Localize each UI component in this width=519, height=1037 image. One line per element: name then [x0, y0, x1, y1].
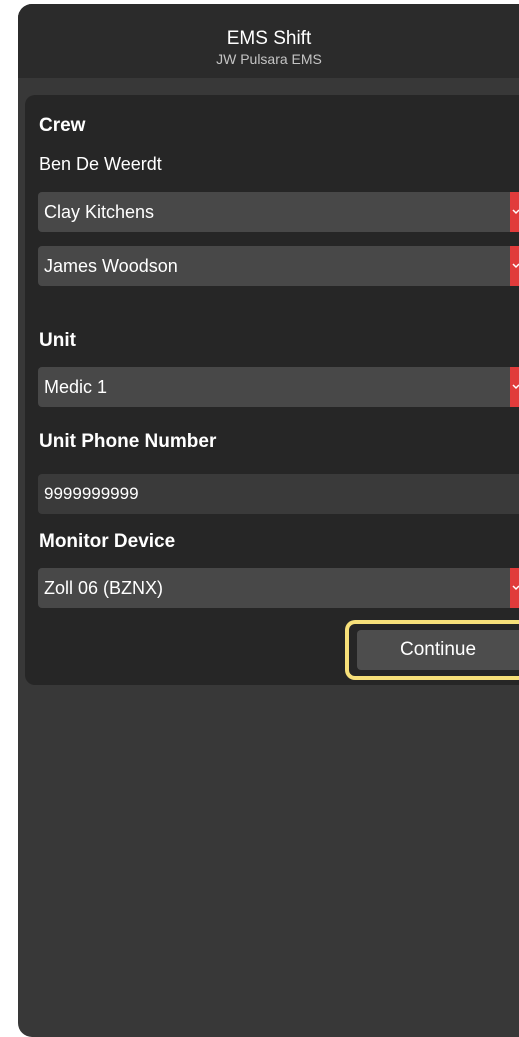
shift-form-card: Crew Ben De Weerdt Clay Kitchens James W… [25, 95, 519, 685]
crew-lead-member: Ben De Weerdt [39, 154, 162, 174]
page-subtitle: JW Pulsara EMS [216, 51, 322, 67]
monitor-device-select[interactable]: Zoll 06 (BZNX) [38, 568, 519, 608]
monitor-device-value: Zoll 06 (BZNX) [44, 578, 164, 598]
unit-label: Unit [39, 330, 76, 351]
crew-member-2-select[interactable]: Clay Kitchens [38, 192, 519, 232]
navigation-bar: EMS Shift JW Pulsara EMS [18, 4, 519, 78]
crew-label: Crew [39, 115, 86, 136]
chevron-down-icon [510, 192, 519, 232]
unit-phone-input[interactable]: 9999999999 [38, 474, 519, 514]
chevron-down-icon [510, 367, 519, 407]
chevron-down-icon [510, 246, 519, 286]
unit-select[interactable]: Medic 1 [38, 367, 519, 407]
crew-member-2-value: Clay Kitchens [44, 202, 155, 222]
crew-member-3-select[interactable]: James Woodson [38, 246, 519, 286]
unit-phone-label: Unit Phone Number [39, 431, 217, 452]
page-title: EMS Shift [226, 28, 312, 49]
crew-member-3-value: James Woodson [44, 256, 178, 276]
unit-value: Medic 1 [44, 377, 108, 397]
app-window: EMS Shift JW Pulsara EMS Crew Ben De Wee… [18, 4, 519, 1037]
continue-button[interactable]: Continue [357, 630, 519, 670]
chevron-down-icon [510, 568, 519, 608]
monitor-device-label: Monitor Device [39, 531, 176, 552]
